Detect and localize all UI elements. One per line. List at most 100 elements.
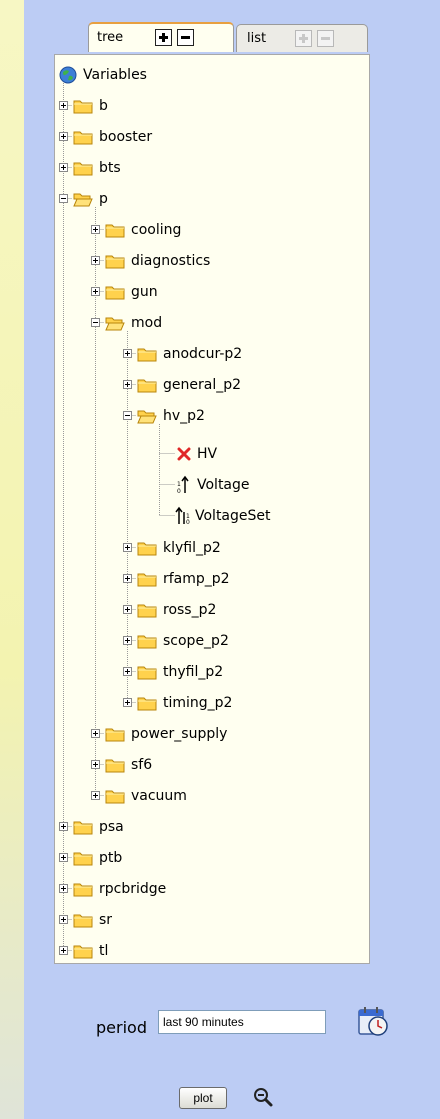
collapse-toggle[interactable] [59, 194, 68, 203]
folder-icon [137, 604, 157, 618]
folder-icon [73, 821, 93, 835]
tree-node-label: p [99, 191, 108, 207]
svg-text:0: 0 [186, 519, 190, 526]
tab-tree[interactable]: tree [88, 22, 234, 52]
expand-toggle[interactable] [123, 667, 132, 676]
svg-text:0: 0 [177, 488, 181, 495]
tree-node-label: psa [99, 819, 124, 835]
tree-node-label: cooling [131, 222, 182, 238]
collapse-all-button[interactable] [177, 29, 194, 46]
folder-icon [137, 635, 157, 649]
tree-node-label: thyfil_p2 [163, 664, 224, 680]
expand-toggle[interactable] [59, 101, 68, 110]
period-label: period [96, 1018, 147, 1037]
expand-toggle[interactable] [59, 915, 68, 924]
expand-toggle[interactable] [123, 543, 132, 552]
expand-toggle[interactable] [123, 605, 132, 614]
tree-node-label: general_p2 [163, 377, 242, 393]
tree-node-label: rfamp_p2 [163, 571, 230, 587]
tree-node-label: sf6 [131, 757, 153, 773]
folder-icon [137, 379, 157, 393]
folder-open-icon [73, 193, 93, 207]
expand-toggle[interactable] [123, 636, 132, 645]
list-remove-button [317, 30, 334, 47]
folder-open-icon [105, 317, 125, 331]
zoom-out-icon[interactable] [252, 1086, 274, 1108]
expand-toggle[interactable] [91, 760, 100, 769]
expand-toggle[interactable] [123, 698, 132, 707]
tree-node-label: vacuum [131, 788, 187, 804]
calendar-icon[interactable] [356, 1004, 390, 1038]
expand-toggle[interactable] [123, 574, 132, 583]
expand-toggle[interactable] [59, 853, 68, 862]
folder-icon [105, 728, 125, 742]
expand-toggle[interactable] [91, 287, 100, 296]
tree-leaf-label: VoltageSet [195, 508, 271, 524]
tree-leaf-label: Voltage [197, 477, 250, 493]
expand-toggle[interactable] [91, 729, 100, 738]
folder-icon [137, 348, 157, 362]
folder-icon [73, 100, 93, 114]
expand-toggle[interactable] [123, 380, 132, 389]
plot-button[interactable]: plot [179, 1087, 227, 1109]
tree-node-label: ross_p2 [163, 602, 217, 618]
folder-icon [105, 286, 125, 300]
expand-toggle[interactable] [59, 946, 68, 955]
folder-icon [137, 666, 157, 680]
tree-node-label: mod [131, 315, 163, 331]
expand-toggle[interactable] [59, 884, 68, 893]
tree-node-label: power_supply [131, 726, 228, 742]
folder-icon [105, 224, 125, 238]
tree-leaf-label: HV [197, 446, 218, 462]
expand-toggle[interactable] [59, 822, 68, 831]
expand-toggle[interactable] [91, 791, 100, 800]
folder-icon [73, 914, 93, 928]
folder-icon [137, 542, 157, 556]
tree-node-label: booster [99, 129, 153, 145]
left-strip [0, 0, 24, 1119]
tree-node-label: timing_p2 [163, 695, 233, 711]
tree-node-label: b [99, 98, 108, 114]
tree-panel: Variables b booster bts p cooling diagno… [54, 54, 370, 964]
tree-node-label: ptb [99, 850, 123, 866]
globe-icon [59, 66, 77, 84]
folder-icon [73, 131, 93, 145]
expand-toggle[interactable] [59, 163, 68, 172]
error-x-icon [177, 447, 191, 461]
folder-icon [73, 162, 93, 176]
folder-icon [105, 759, 125, 773]
tree-node-label: bts [99, 160, 121, 176]
folder-icon [105, 255, 125, 269]
tree-node-label: hv_p2 [163, 408, 205, 424]
tab-tree-label: tree [97, 30, 124, 45]
tree-root-label: Variables [83, 67, 147, 83]
collapse-toggle[interactable] [123, 411, 132, 420]
folder-open-icon [137, 410, 157, 424]
expand-toggle[interactable] [91, 225, 100, 234]
tree-node-label: rpcbridge [99, 881, 167, 897]
signal-icon: 1 0 [177, 475, 189, 495]
tree-node-label: scope_p2 [163, 633, 229, 649]
collapse-toggle[interactable] [91, 318, 100, 327]
period-input[interactable] [158, 1010, 326, 1034]
tree-node-label: tl [99, 943, 109, 959]
expand-all-button[interactable] [155, 29, 172, 46]
expand-toggle[interactable] [123, 349, 132, 358]
tab-list-label: list [247, 31, 267, 46]
expand-toggle[interactable] [59, 132, 68, 141]
folder-icon [73, 945, 93, 959]
expand-toggle[interactable] [91, 256, 100, 265]
tab-list[interactable]: list [236, 24, 368, 52]
list-add-button [295, 30, 312, 47]
folder-icon [73, 852, 93, 866]
folder-icon [73, 883, 93, 897]
tree-node-label: klyfil_p2 [163, 540, 221, 556]
folder-icon [105, 790, 125, 804]
folder-icon [137, 697, 157, 711]
tree-node-label: anodcur-p2 [163, 346, 243, 362]
tree-node-label: sr [99, 912, 113, 928]
tree-node-label: gun [131, 284, 158, 300]
folder-icon [137, 573, 157, 587]
tree-node-label: diagnostics [131, 253, 211, 269]
signal-icon: 1 0 [175, 506, 190, 526]
